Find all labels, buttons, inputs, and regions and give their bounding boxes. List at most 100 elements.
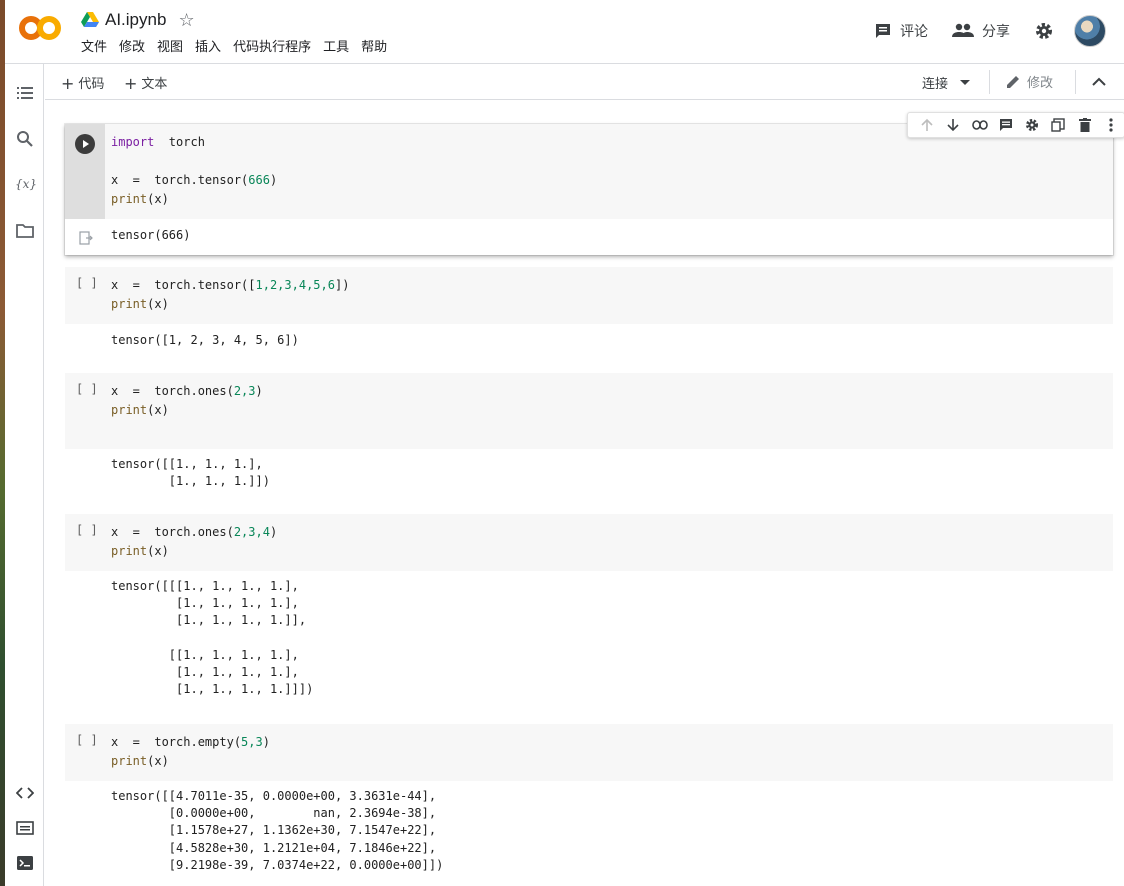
output-actions-icon[interactable] (79, 231, 93, 245)
folder-icon[interactable] (16, 222, 34, 240)
plus-icon: + (61, 74, 75, 93)
chevron-up-icon[interactable] (1089, 72, 1109, 92)
comment-icon[interactable] (993, 115, 1019, 135)
notebook-title[interactable]: AI.ipynb (105, 10, 166, 30)
search-icon[interactable] (16, 130, 34, 148)
code-token: ]) (334, 278, 350, 292)
code-editor[interactable]: x = torch.ones(2,3,4) print(x) (111, 523, 277, 561)
code-cell[interactable]: [ ] x = torch.ones(2,3) print(x) tensor(… (65, 373, 1113, 513)
cell-input[interactable]: [ ] x = torch.empty(5,3) print(x) (65, 724, 1113, 781)
cell-input[interactable]: [ ] x = torch.ones(2,3,4) print(x) (65, 514, 1113, 571)
table-of-contents-icon[interactable] (16, 84, 34, 102)
comment-label: 评论 (900, 24, 928, 40)
code-token: print (111, 192, 148, 206)
command-palette-icon[interactable] (16, 819, 34, 837)
comment-icon (876, 24, 890, 38)
add-text-button[interactable]: + 文本 (124, 73, 167, 93)
code-snippets-icon[interactable] (16, 784, 34, 802)
code-token: ) (262, 735, 270, 749)
code-token: (x) (147, 297, 169, 311)
code-token: torch (154, 135, 205, 149)
output-text: tensor([[4.7011e-35, 0.0000e+00, 3.3631e… (111, 789, 444, 872)
code-token: (x) (147, 403, 169, 417)
cell-input[interactable]: [ ] x = torch.tensor([1,2,3,4,5,6]) prin… (65, 267, 1113, 324)
cell-output: tensor([[1., 1., 1.], [1., 1., 1.]]) (65, 449, 1113, 513)
left-rail: {x} (5, 64, 44, 886)
code-token: x = torch.empty( (111, 735, 242, 749)
settings-gear-icon[interactable] (1034, 21, 1054, 41)
cell-input[interactable]: import torch x = torch.tensor(666) print… (65, 124, 1113, 219)
code-editor[interactable]: x = torch.empty(5,3) print(x) (111, 733, 270, 771)
code-cell[interactable]: import torch x = torch.tensor(666) print… (65, 112, 1124, 255)
code-token: x = torch.tensor([ (111, 278, 256, 292)
cell-output: tensor(666) (65, 219, 1113, 255)
code-token: 1,2,3,4,5,6 (255, 278, 335, 292)
output-text: tensor([[1., 1., 1.], [1., 1., 1.]]) (111, 457, 270, 488)
execution-count-bracket[interactable]: [ ] (76, 276, 98, 290)
menu-help[interactable]: 帮助 (355, 39, 393, 57)
google-drive-icon (81, 12, 99, 27)
menu-view[interactable]: 视图 (151, 39, 189, 57)
toolbar-divider (1075, 70, 1076, 94)
terminal-icon[interactable] (16, 854, 34, 872)
colab-logo-icon[interactable] (19, 12, 63, 44)
menu-file[interactable]: 文件 (75, 39, 113, 57)
move-down-icon[interactable] (940, 115, 966, 135)
output-text: tensor([[[1., 1., 1., 1.], [1., 1., 1., … (111, 579, 314, 697)
app-header: AI.ipynb ☆ 文件 修改 视图 插入 代码执行程序 工具 帮助 评论 分… (5, 0, 1124, 64)
star-icon[interactable]: ☆ (178, 10, 194, 31)
run-cell-button[interactable] (75, 134, 95, 154)
code-token: x = torch.ones( (111, 525, 234, 539)
code-cell[interactable]: [ ] x = torch.empty(5,3) print(x) tensor… (65, 724, 1113, 881)
mirror-cell-icon[interactable] (1045, 115, 1071, 135)
execution-count-bracket[interactable]: [ ] (76, 733, 98, 747)
plus-icon: + (124, 74, 138, 93)
notebook-content: import torch x = torch.tensor(666) print… (45, 100, 1124, 886)
cell-output: tensor([[[1., 1., 1., 1.], [1., 1., 1., … (65, 571, 1113, 723)
execution-count-bracket[interactable]: [ ] (76, 523, 98, 537)
menu-insert[interactable]: 插入 (189, 39, 227, 57)
more-vert-icon[interactable] (1098, 115, 1124, 135)
menu-runtime[interactable]: 代码执行程序 (227, 39, 317, 57)
code-token: (x) (147, 754, 169, 768)
code-cell[interactable]: [ ] x = torch.ones(2,3,4) print(x) tenso… (65, 514, 1113, 723)
code-editor[interactable]: x = torch.tensor([1,2,3,4,5,6]) print(x) (111, 276, 349, 314)
add-code-label: 代码 (78, 77, 105, 92)
cell-output: tensor([[4.7011e-35, 0.0000e+00, 3.3631e… (65, 781, 1113, 881)
edit-button[interactable]: 修改 (1005, 72, 1053, 91)
comment-button[interactable]: 评论 (874, 21, 928, 41)
edit-label: 修改 (1027, 76, 1054, 91)
code-token: print (111, 544, 148, 558)
cell-toolbar (907, 112, 1124, 138)
code-token: x = torch.tensor( (111, 173, 249, 187)
menu-bar: 文件 修改 视图 插入 代码执行程序 工具 帮助 (75, 39, 393, 57)
code-cell[interactable]: [ ] x = torch.tensor([1,2,3,4,5,6]) prin… (65, 267, 1113, 372)
add-code-button[interactable]: + 代码 (61, 73, 104, 93)
settings-gear-icon[interactable] (1019, 115, 1045, 135)
cell-input[interactable]: [ ] x = torch.ones(2,3) print(x) (65, 373, 1113, 449)
move-up-icon[interactable] (914, 115, 940, 135)
code-token: print (111, 297, 148, 311)
variables-icon[interactable]: {x} (15, 177, 37, 195)
code-token: print (111, 754, 148, 768)
share-label: 分享 (982, 24, 1010, 40)
link-icon[interactable] (967, 115, 993, 135)
delete-trash-icon[interactable] (1072, 115, 1098, 135)
connect-button[interactable]: 连接 (922, 73, 971, 92)
code-editor[interactable]: x = torch.ones(2,3) print(x) (111, 382, 263, 420)
share-button[interactable]: 分享 (952, 21, 1010, 41)
code-token: 5,3 (241, 735, 263, 749)
user-avatar[interactable] (1074, 15, 1106, 47)
pencil-icon (1007, 75, 1019, 88)
output-text: tensor([1, 2, 3, 4, 5, 6]) (111, 333, 299, 347)
add-text-label: 文本 (141, 77, 168, 92)
execution-count-bracket[interactable]: [ ] (76, 382, 98, 396)
menu-edit[interactable]: 修改 (113, 39, 151, 57)
code-token: x = torch.ones( (111, 384, 234, 398)
menu-tools[interactable]: 工具 (317, 39, 355, 57)
title-row: AI.ipynb ☆ (81, 8, 195, 32)
code-token: (x) (147, 544, 169, 558)
output-text: tensor(666) (111, 228, 191, 242)
code-editor[interactable]: import torch x = torch.tensor(666) print… (111, 133, 277, 209)
code-token: ) (255, 384, 263, 398)
